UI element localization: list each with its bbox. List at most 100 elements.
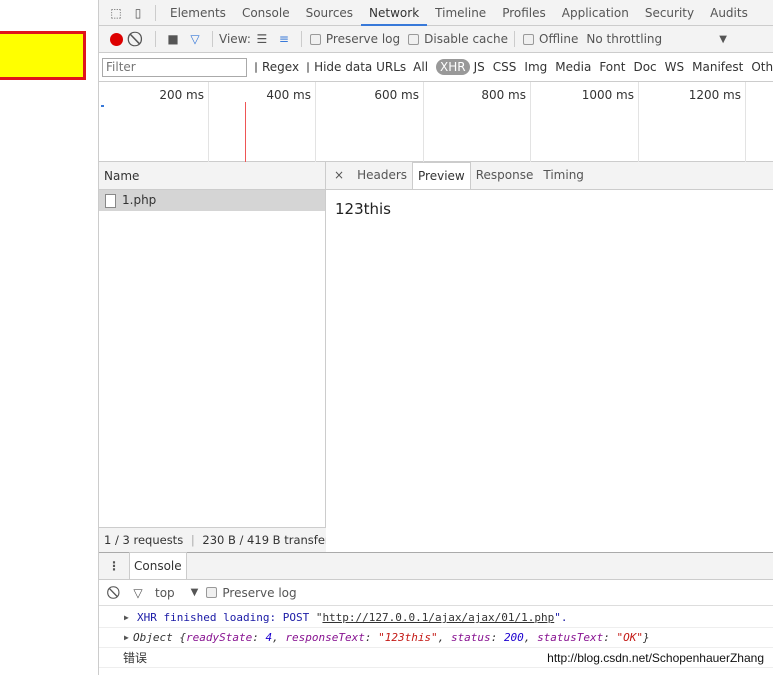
dropdown-arrow-icon[interactable]: ▼ xyxy=(191,587,199,598)
devtools-tabbar: ⬚ ▯ Elements Console Sources Network Tim… xyxy=(99,0,773,26)
object-tail: } xyxy=(643,631,650,644)
filter-media[interactable]: Media xyxy=(551,60,595,74)
filter-other[interactable]: Other xyxy=(747,60,773,74)
divider xyxy=(300,31,302,47)
tab-application[interactable]: Application xyxy=(554,0,637,26)
more-vertical-icon[interactable]: ⋮ xyxy=(99,553,129,579)
filter-icon[interactable]: ▽ xyxy=(184,29,206,49)
tab-preview[interactable]: Preview xyxy=(412,162,471,189)
request-detail: × Headers Preview Response Timing 123thi… xyxy=(326,162,773,552)
console-message-object[interactable]: ▶ Object {readyState: 4, responseText: "… xyxy=(99,628,773,648)
value: 200 xyxy=(503,631,524,644)
tick-label: 600 ms xyxy=(374,88,419,102)
key: responseText xyxy=(285,631,365,644)
drawer-tab-console[interactable]: Console xyxy=(129,552,187,579)
overview-icon[interactable]: ≡ xyxy=(273,29,295,49)
drawer-tabbar: ⋮ Console xyxy=(99,552,773,580)
filter-xhr[interactable]: XHR xyxy=(436,59,470,75)
inspect-element-icon[interactable]: ⬚ xyxy=(105,3,127,23)
throttling-select[interactable]: No throttling xyxy=(586,32,662,46)
transfer-size: 230 B / 419 B transferre... xyxy=(202,533,326,547)
console-message-log: 错误 http://blog.csdn.net/SchopenhauerZhan… xyxy=(99,648,773,668)
tick-label: 800 ms xyxy=(481,88,526,102)
value: 4 xyxy=(265,631,273,644)
watermark: http://blog.csdn.net/SchopenhauerZhang xyxy=(547,651,764,665)
filter-icon[interactable]: ▽ xyxy=(127,583,149,603)
filter-img[interactable]: Img xyxy=(520,60,551,74)
request-count: 1 / 3 requests xyxy=(104,533,184,547)
regex-checkbox[interactable] xyxy=(255,61,257,73)
filter-input[interactable] xyxy=(102,57,247,77)
offline-checkbox[interactable] xyxy=(523,33,534,45)
filter-css[interactable]: CSS xyxy=(489,60,521,74)
view-label: View: xyxy=(219,32,251,46)
request-name: 1.php xyxy=(122,193,157,207)
clear-console-icon[interactable]: ⃠ xyxy=(105,583,127,603)
filter-bar: Regex Hide data URLs All XHR JS CSS Img … xyxy=(99,53,773,82)
disable-cache-checkbox[interactable] xyxy=(408,33,420,45)
tab-sources[interactable]: Sources xyxy=(298,0,361,26)
value: "OK" xyxy=(616,631,644,644)
preserve-log-label: Preserve log xyxy=(325,32,401,46)
key: status xyxy=(450,631,491,644)
filter-js[interactable]: JS xyxy=(470,60,489,74)
tick-label: 400 ms xyxy=(266,88,311,102)
request-row[interactable]: 1.php xyxy=(99,190,325,211)
timeline-overview[interactable]: 200 ms 400 ms 600 ms 800 ms 1000 ms 1200… xyxy=(99,82,773,162)
console-message-xhr[interactable]: ▶ XHR finished loading: POST "http://127… xyxy=(99,608,773,628)
expand-arrow-icon[interactable]: ▶ xyxy=(124,608,129,628)
network-toolbar: ⃠ ■ ▽ View: ☰ ≡ Preserve log Disable cac… xyxy=(99,26,773,53)
regex-label: Regex xyxy=(262,60,300,74)
object-head: Object { xyxy=(133,631,186,644)
quote: ". xyxy=(554,611,568,624)
large-rows-icon[interactable]: ☰ xyxy=(251,29,273,49)
filter-ws[interactable]: WS xyxy=(661,60,688,74)
tab-console[interactable]: Console xyxy=(234,0,298,26)
xhr-url-link[interactable]: http://127.0.0.1/ajax/ajax/01/1.php xyxy=(322,611,554,624)
tab-timing[interactable]: Timing xyxy=(538,162,589,189)
capture-screenshots-icon[interactable]: ■ xyxy=(162,29,184,49)
expand-arrow-icon[interactable]: ▶ xyxy=(124,628,129,648)
tab-headers[interactable]: Headers xyxy=(352,162,412,189)
tab-network[interactable]: Network xyxy=(361,0,428,26)
tick-label: 1200 ms xyxy=(688,88,741,102)
preview-content: 123this xyxy=(335,200,392,218)
record-icon[interactable] xyxy=(105,29,127,49)
xhr-text: XHR finished loading: POST xyxy=(137,611,316,624)
divider xyxy=(155,4,156,21)
preserve-log-checkbox[interactable] xyxy=(309,33,321,45)
console-preserve-log-checkbox[interactable] xyxy=(206,587,218,598)
hide-data-urls-label: Hide data URLs xyxy=(314,60,407,74)
key: statusText xyxy=(537,631,604,644)
tick-label: 1000 ms xyxy=(581,88,634,102)
divider xyxy=(212,31,213,47)
clear-icon[interactable]: ⃠ xyxy=(127,29,149,49)
filter-manifest[interactable]: Manifest xyxy=(688,60,747,74)
yellow-box xyxy=(0,31,86,80)
dropdown-arrow-icon[interactable]: ▼ xyxy=(712,29,734,49)
name-column-header[interactable]: Name xyxy=(99,162,325,190)
status-bar: 1 / 3 requests | 230 B / 419 B transferr… xyxy=(99,527,326,552)
devtools: ⬚ ▯ Elements Console Sources Network Tim… xyxy=(98,0,773,675)
filter-doc[interactable]: Doc xyxy=(629,60,660,74)
disable-cache-label: Disable cache xyxy=(424,32,508,46)
value: "123this" xyxy=(378,631,438,644)
log-text: 错误 xyxy=(123,651,148,665)
tab-elements[interactable]: Elements xyxy=(162,0,234,26)
tab-response[interactable]: Response xyxy=(471,162,539,189)
filter-font[interactable]: Font xyxy=(595,60,629,74)
context-select[interactable]: top xyxy=(155,586,175,600)
device-toolbar-icon[interactable]: ▯ xyxy=(127,3,149,23)
file-icon xyxy=(105,193,116,208)
tab-timeline[interactable]: Timeline xyxy=(427,0,494,26)
offline-label: Offline xyxy=(539,32,579,46)
close-icon[interactable]: × xyxy=(326,162,352,189)
filter-all[interactable]: All xyxy=(409,60,432,74)
load-event-line xyxy=(245,102,246,162)
tick-label: 200 ms xyxy=(159,88,204,102)
tab-profiles[interactable]: Profiles xyxy=(494,0,554,26)
divider xyxy=(514,31,515,47)
hide-data-urls-checkbox[interactable] xyxy=(307,61,310,73)
tab-audits[interactable]: Audits xyxy=(702,0,756,26)
tab-security[interactable]: Security xyxy=(637,0,702,26)
